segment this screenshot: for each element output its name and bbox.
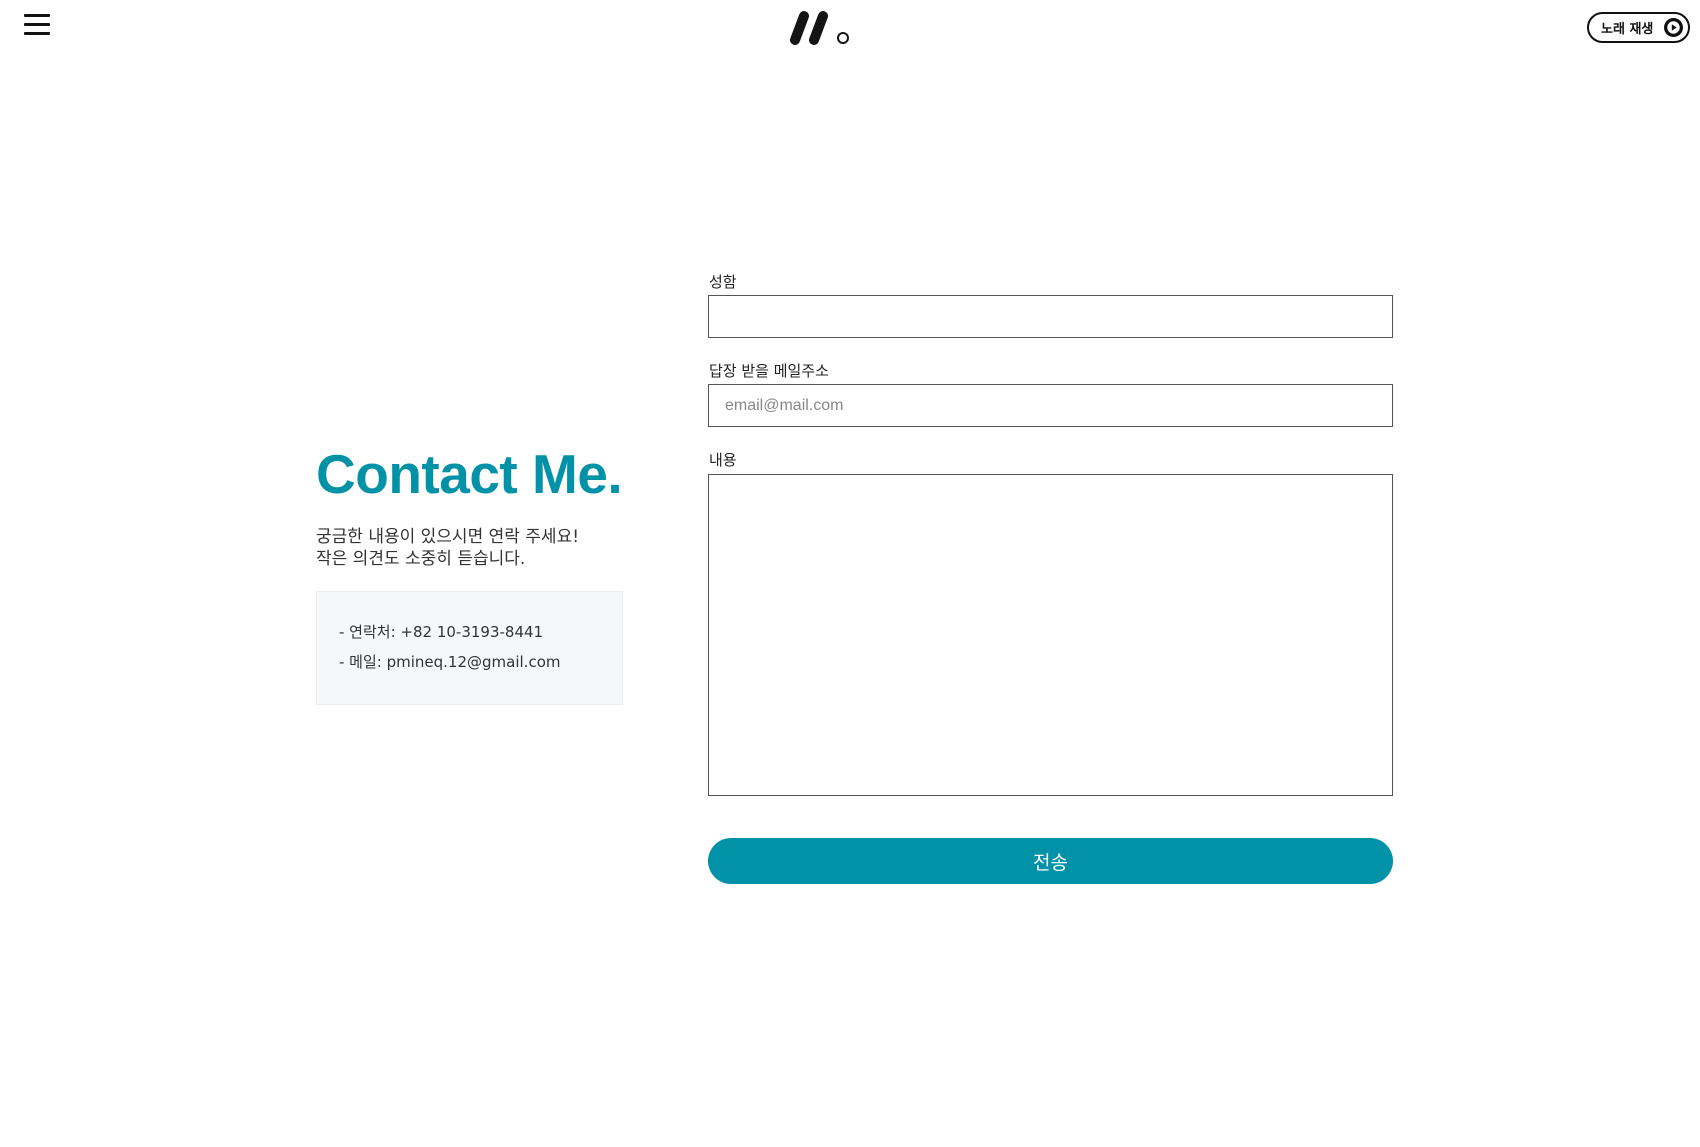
contact-info-box: - 연락처: +82 10-3193-8441 - 메일: pmineq.12@… xyxy=(316,591,623,705)
message-label: 내용 xyxy=(709,451,737,469)
email-label: 답장 받을 메일주소 xyxy=(709,362,829,380)
contact-description: 궁금한 내용이 있으시면 연락 주세요! 작은 의견도 소중히 듣습니다. xyxy=(316,526,579,570)
play-circle-icon xyxy=(1664,18,1683,37)
hamburger-menu-icon xyxy=(24,14,50,17)
email-field[interactable] xyxy=(708,384,1393,427)
name-label: 성함 xyxy=(709,273,737,291)
play-music-label: 노래 재생 xyxy=(1601,22,1654,37)
brand-logo-icon[interactable] xyxy=(790,10,852,46)
play-music-button[interactable]: 노래 재생 xyxy=(1587,12,1690,43)
page-title: Contact Me. xyxy=(316,443,623,505)
hamburger-menu-icon-bar xyxy=(24,32,50,35)
phone-info: - 연락처: +82 10-3193-8441 xyxy=(339,623,544,641)
name-field[interactable] xyxy=(708,295,1393,338)
description-line: 작은 의견도 소중히 듣습니다. xyxy=(316,549,526,569)
message-field[interactable] xyxy=(708,474,1393,796)
submit-button[interactable]: 전송 xyxy=(708,838,1393,884)
description-line: 궁금한 내용이 있으시면 연락 주세요! xyxy=(316,527,580,547)
hamburger-menu-icon-bar xyxy=(24,23,50,26)
email-info: - 메일: pmineq.12@gmail.com xyxy=(339,653,561,671)
menu-button[interactable] xyxy=(24,14,52,38)
